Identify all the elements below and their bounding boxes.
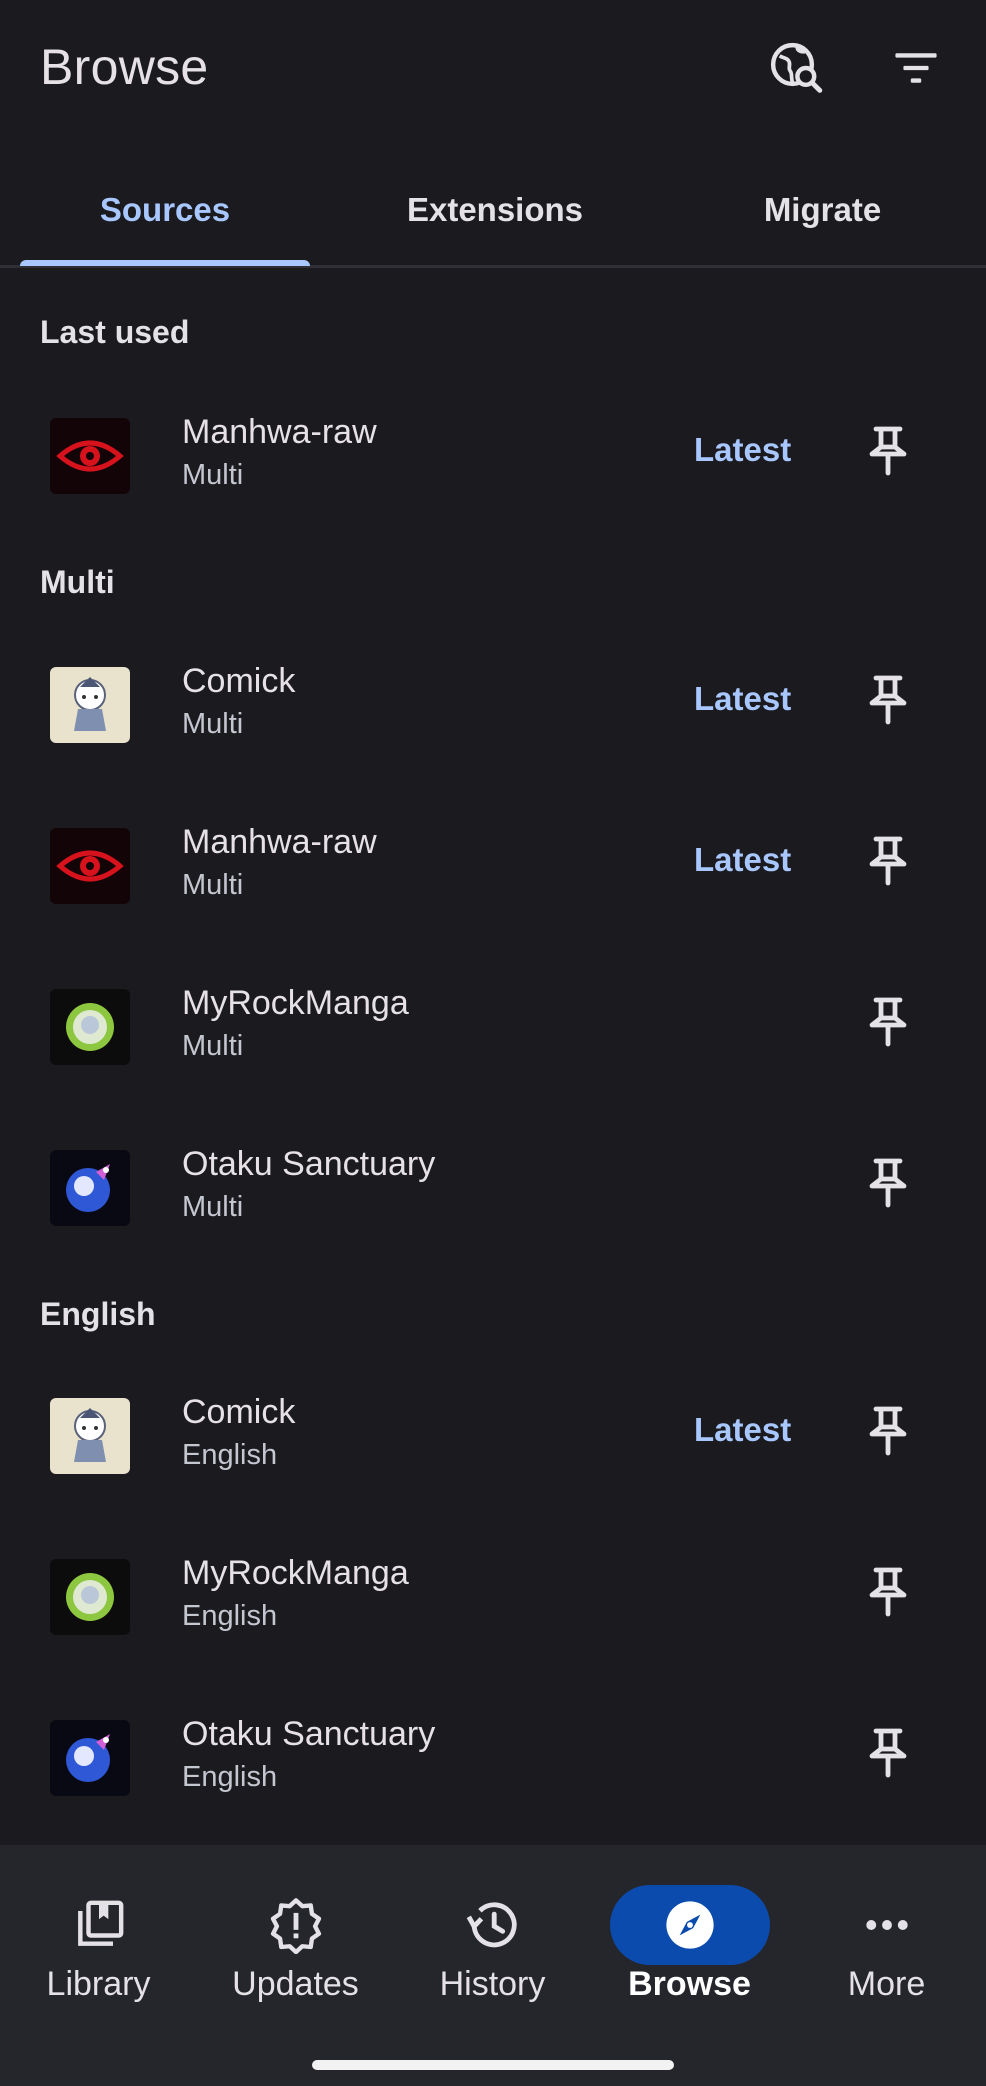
source-row[interactable]: Comick English Latest xyxy=(0,1363,986,1503)
nav-label: Updates xyxy=(232,1965,359,2003)
source-name: Manhwa-raw xyxy=(182,413,377,451)
source-language: Multi xyxy=(182,1191,244,1223)
pin-button[interactable] xyxy=(858,421,918,481)
source-language: English xyxy=(182,1600,278,1632)
source-row[interactable]: Comick Multi Latest xyxy=(0,632,986,772)
source-row[interactable]: Otaku Sanctuary English xyxy=(0,1685,986,1825)
latest-button[interactable]: Latest xyxy=(694,841,791,879)
nav-label: History xyxy=(439,1965,546,2003)
filter-icon xyxy=(895,53,937,83)
source-row[interactable]: Manhwa-raw Multi Latest xyxy=(0,383,986,523)
comick-logo-icon xyxy=(50,1398,130,1474)
source-name: Comick xyxy=(182,1393,296,1431)
source-row[interactable]: Manhwa-raw Multi Latest xyxy=(0,793,986,933)
pin-icon xyxy=(869,1406,907,1456)
source-name: Otaku Sanctuary xyxy=(182,1145,436,1183)
source-name: MyRockManga xyxy=(182,1554,409,1592)
top-app-bar: Browse xyxy=(0,0,986,140)
pin-icon xyxy=(869,1158,907,1208)
latest-button[interactable]: Latest xyxy=(694,680,791,718)
source-row[interactable]: MyRockManga English xyxy=(0,1524,986,1664)
eye-logo-icon xyxy=(50,418,130,494)
latest-button[interactable]: Latest xyxy=(694,1411,791,1449)
source-name: Manhwa-raw xyxy=(182,823,377,861)
nav-more[interactable]: More xyxy=(788,1845,985,2045)
source-language: English xyxy=(182,1761,278,1793)
latest-button[interactable]: Latest xyxy=(694,431,791,469)
updates-icon xyxy=(216,1885,376,1965)
comick-logo-icon xyxy=(50,667,130,743)
source-language: Multi xyxy=(182,708,244,740)
global-search-button[interactable] xyxy=(764,36,828,100)
pin-button[interactable] xyxy=(858,831,918,891)
compass-icon xyxy=(609,1885,770,1965)
nav-updates[interactable]: Updates xyxy=(197,1845,394,2045)
nav-library[interactable]: Library xyxy=(0,1845,197,2045)
more-icon xyxy=(807,1885,967,1965)
bottom-navigation: Library Updates History Browse More xyxy=(0,1845,986,2086)
otaku-sanctuary-logo-icon xyxy=(50,1150,130,1226)
globe-search-icon xyxy=(770,42,823,93)
tab-extensions[interactable]: Extensions xyxy=(340,160,650,260)
pin-icon xyxy=(869,1728,907,1778)
tab-row: Sources Extensions Migrate xyxy=(0,160,986,268)
pin-icon xyxy=(869,836,907,886)
source-name: Comick xyxy=(182,662,296,700)
pin-icon xyxy=(869,426,907,476)
source-name: MyRockManga xyxy=(182,984,409,1022)
section-header-multi: Multi xyxy=(40,564,115,600)
history-icon xyxy=(413,1885,573,1965)
pin-button[interactable] xyxy=(858,1401,918,1461)
filter-button[interactable] xyxy=(884,36,948,100)
pin-button[interactable] xyxy=(858,1562,918,1622)
pin-button[interactable] xyxy=(858,1723,918,1783)
eye-logo-icon xyxy=(50,828,130,904)
nav-history[interactable]: History xyxy=(394,1845,591,2045)
page-title: Browse xyxy=(40,39,209,95)
myrockmanga-logo-icon xyxy=(50,1559,130,1635)
pin-button[interactable] xyxy=(858,670,918,730)
source-language: Multi xyxy=(182,1030,244,1062)
nav-label: More xyxy=(847,1965,926,2003)
source-language: English xyxy=(182,1439,278,1471)
pin-button[interactable] xyxy=(858,992,918,1052)
tab-sources[interactable]: Sources xyxy=(20,160,310,260)
library-icon xyxy=(19,1885,179,1965)
tab-migrate[interactable]: Migrate xyxy=(680,160,965,260)
nav-label: Library xyxy=(46,1965,151,2003)
source-language: Multi xyxy=(182,459,244,491)
nav-label: Browse xyxy=(628,1965,751,2003)
pin-icon xyxy=(869,675,907,725)
source-name: Otaku Sanctuary xyxy=(182,1715,436,1753)
otaku-sanctuary-logo-icon xyxy=(50,1720,130,1796)
pin-button[interactable] xyxy=(858,1153,918,1213)
source-row[interactable]: Otaku Sanctuary Multi xyxy=(0,1115,986,1255)
tab-indicator xyxy=(20,260,310,266)
myrockmanga-logo-icon xyxy=(50,989,130,1065)
browse-screen: Browse Sources Extensions Migrate Last u… xyxy=(0,0,986,2086)
source-row[interactable]: MyRockManga Multi xyxy=(0,954,986,1094)
section-header-last-used: Last used xyxy=(40,314,190,350)
pin-icon xyxy=(869,1567,907,1617)
pin-icon xyxy=(869,997,907,1047)
home-indicator[interactable] xyxy=(312,2060,674,2070)
section-header-english: English xyxy=(40,1296,156,1332)
nav-browse[interactable]: Browse xyxy=(591,1845,788,2045)
source-language: Multi xyxy=(182,869,244,901)
